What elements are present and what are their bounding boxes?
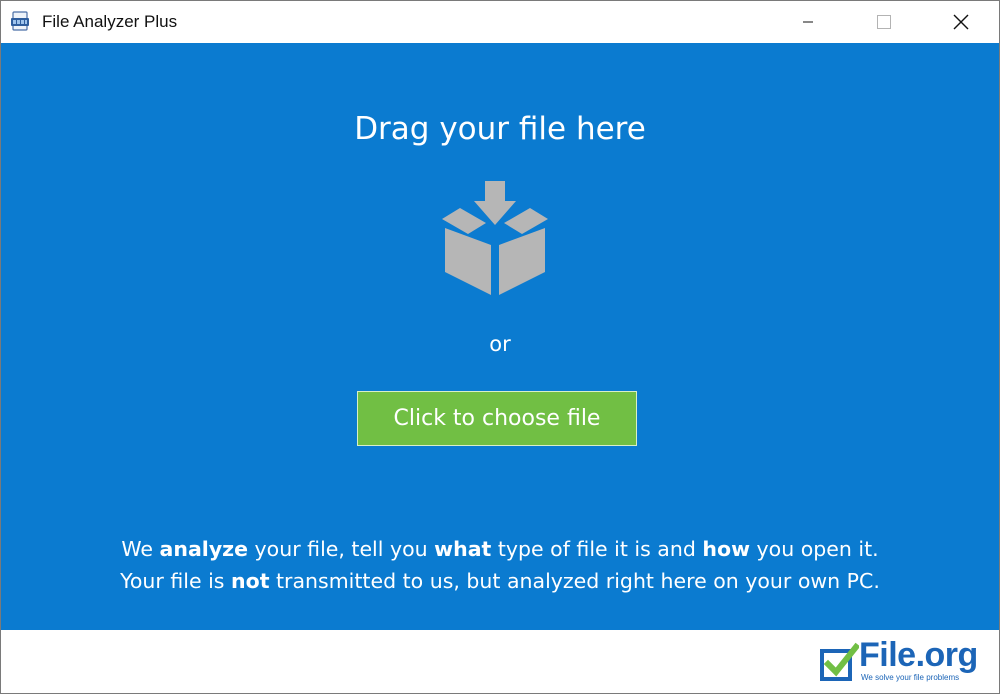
drag-title: Drag your file here <box>354 111 646 147</box>
info-line-1: We analyze your file, tell you what type… <box>1 533 999 565</box>
choose-file-button[interactable]: Click to choose file <box>357 391 637 446</box>
info-text-bold: analyze <box>159 537 249 561</box>
logo-wordmark: File.org <box>859 636 978 675</box>
footer: File.org We solve your file problems <box>1 630 999 693</box>
close-icon <box>953 14 969 30</box>
logo-word-file: File <box>859 636 916 674</box>
info-text-segment: Your file is <box>120 569 232 593</box>
minimize-icon <box>803 21 813 23</box>
info-text-bold: what <box>434 537 492 561</box>
info-text-segment: type of file it is and <box>491 537 703 561</box>
logo-tagline: We solve your file problems <box>861 673 960 682</box>
info-text-bold: not <box>231 569 270 593</box>
title-bar[interactable]: File Analyzer Plus <box>1 1 999 43</box>
info-text-segment: your file, tell you <box>248 537 435 561</box>
or-label: or <box>489 332 511 356</box>
info-text-bold: how <box>702 537 751 561</box>
app-window: File Analyzer Plus Drag your file here o… <box>0 0 1000 694</box>
app-icon <box>11 11 29 31</box>
file-org-logo[interactable]: File.org We solve your file problems <box>819 636 989 686</box>
info-line-2: Your file is not transmitted to us, but … <box>1 565 999 597</box>
drop-zone[interactable]: Drag your file here or Click to choose f… <box>1 43 999 630</box>
minimize-button[interactable] <box>785 1 831 43</box>
window-title: File Analyzer Plus <box>42 12 178 31</box>
close-button[interactable] <box>938 1 984 43</box>
checkbox-check-icon <box>820 642 859 681</box>
box-download-icon <box>442 181 548 295</box>
info-text: We analyze your file, tell you what type… <box>1 533 999 597</box>
maximize-button[interactable] <box>861 1 907 43</box>
logo-word-org: .org <box>915 636 979 674</box>
info-text-segment: We <box>121 537 160 561</box>
info-text-segment: you open it. <box>750 537 879 561</box>
maximize-icon <box>877 15 891 29</box>
info-text-segment: transmitted to us, but analyzed right he… <box>269 569 880 593</box>
